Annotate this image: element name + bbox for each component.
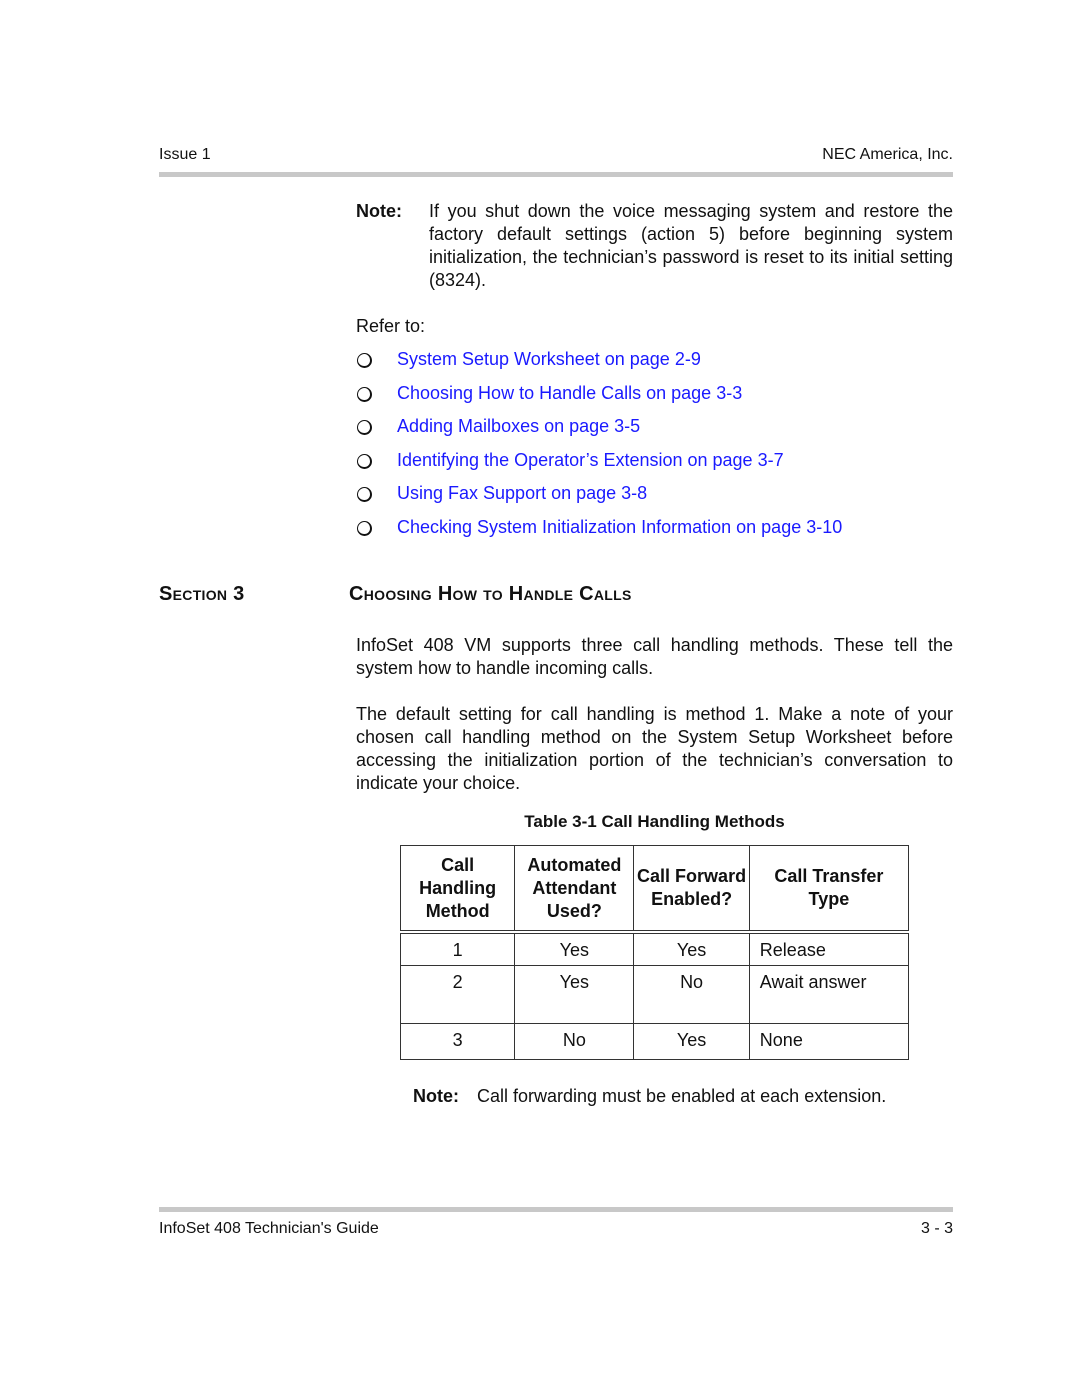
table-cell: 3 — [399, 1022, 516, 1060]
cross-reference-link[interactable]: Checking System Initialization Informati… — [397, 517, 842, 538]
paragraph: The default setting for call handling is… — [356, 704, 953, 793]
section-label: Section 3 — [159, 583, 245, 605]
note-label: Note: — [356, 201, 402, 221]
note-label: Note: — [413, 1086, 459, 1106]
bullet-circle-icon — [357, 521, 372, 536]
table-cell: Release — [748, 931, 910, 966]
bullet-circle-icon — [357, 386, 372, 402]
refer-to-label: Refer to: — [356, 316, 426, 336]
cross-reference-link[interactable]: Identifying the Operator’s Extension on … — [397, 450, 784, 471]
footer-title: InfoSet 408 Technician's Guide — [159, 1220, 379, 1237]
table-cell: 2 — [399, 964, 516, 1024]
table-caption: Table 3-1 Call Handling Methods — [524, 812, 785, 831]
cross-reference-link[interactable]: Using Fax Support on page 3-8 — [397, 483, 647, 504]
table-row: 3 No Yes None — [399, 1022, 910, 1060]
section-title: Choosing How to Handle Calls — [349, 583, 632, 605]
note-text: Call forwarding must be enabled at each … — [477, 1086, 887, 1106]
table-row: 2 Yes No Await answer — [399, 964, 910, 1024]
header-company: NEC America, Inc. — [822, 146, 953, 163]
table-cell: 1 — [399, 931, 516, 966]
table-cell: Yes — [633, 931, 750, 966]
table-cell: Yes — [514, 931, 635, 966]
header-rule — [159, 172, 953, 177]
column-header: Call Forward Enabled? — [633, 845, 750, 934]
bullet-circle-icon — [357, 487, 372, 503]
table-row: 1 Yes Yes Release — [399, 931, 910, 966]
bullet-circle-icon — [357, 353, 372, 368]
bullet-circle-icon — [357, 420, 372, 436]
table-cell: Yes — [514, 964, 635, 1024]
column-header: Automated Attendant Used? — [514, 845, 635, 934]
table-cell: No — [514, 1022, 635, 1060]
header-issue: Issue 1 — [159, 146, 211, 163]
page-number: 3 - 3 — [920, 1220, 953, 1237]
table-cell: Await answer — [748, 964, 910, 1024]
cross-reference-link[interactable]: Choosing How to Handle Calls on page 3-3 — [397, 383, 742, 404]
column-header: Call Handling Method — [399, 845, 516, 934]
footer-rule — [159, 1207, 953, 1212]
note-text: If you shut down the voice messaging sys… — [429, 201, 953, 290]
table-cell: No — [633, 964, 750, 1024]
table-cell: None — [748, 1022, 910, 1060]
paragraph: InfoSet 408 VM supports three call handl… — [356, 635, 953, 678]
bullet-circle-icon — [357, 453, 372, 469]
call-handling-table: Call Handling Method Automated Attendant… — [399, 845, 910, 1060]
column-header: Call Transfer Type — [748, 845, 910, 934]
cross-reference-link[interactable]: System Setup Worksheet on page 2-9 — [397, 349, 701, 370]
table-cell: Yes — [633, 1022, 750, 1060]
cross-reference-link[interactable]: Adding Mailboxes on page 3-5 — [397, 416, 640, 437]
